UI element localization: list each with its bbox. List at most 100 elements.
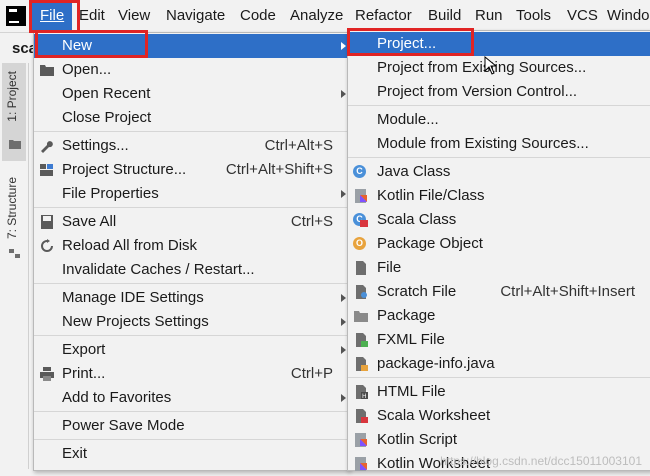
menu-item-label: Settings... xyxy=(62,137,129,154)
menu-item-manage-ide-settings[interactable]: Manage IDE Settings xyxy=(34,286,349,310)
menu-item-shortcut: Ctrl+Alt+Shift+Insert xyxy=(500,283,635,300)
menu-navigate[interactable]: Navigate xyxy=(166,7,225,25)
menu-item-label: Open Recent xyxy=(62,85,151,102)
menu-item-label: Invalidate Caches / Restart... xyxy=(62,261,255,278)
new-item-java-class[interactable]: C Java Class xyxy=(348,160,650,184)
new-item-project-from-existing-sources[interactable]: Project from Existing Sources... xyxy=(348,56,650,80)
menu-item-project-structure[interactable]: Project Structure... Ctrl+Alt+Shift+S xyxy=(34,158,349,182)
submenu-arrow-icon xyxy=(341,318,346,326)
new-item-module[interactable]: Module... xyxy=(348,108,650,132)
menu-window[interactable]: Windo xyxy=(607,7,650,25)
menu-item-label: package-info.java xyxy=(377,355,495,372)
menu-item-label: Exit xyxy=(62,445,88,462)
mouse-cursor-icon xyxy=(484,56,496,75)
menu-item-label: Kotlin Script xyxy=(377,431,458,448)
new-item-html-file[interactable]: H HTML File xyxy=(348,380,650,404)
menu-analyze[interactable]: Analyze xyxy=(290,7,343,25)
new-item-package-info[interactable]: package-info.java xyxy=(348,352,650,376)
file-icon xyxy=(356,261,366,275)
menu-item-label: Project from Existing Sources... xyxy=(377,59,587,76)
menu-code[interactable]: Code xyxy=(240,7,276,25)
structure-tool-tab[interactable]: 7: Structure xyxy=(2,173,26,333)
menu-item-label: Manage IDE Settings xyxy=(62,289,204,306)
menu-item-label: Package Object xyxy=(377,235,483,252)
menu-item-label: Scala Worksheet xyxy=(377,407,491,424)
new-item-scala-worksheet[interactable]: Scala Worksheet xyxy=(348,404,650,428)
menu-item-settings[interactable]: Settings... Ctrl+Alt+S xyxy=(34,134,349,158)
new-item-scratch-file[interactable]: Scratch File Ctrl+Alt+Shift+Insert xyxy=(348,280,650,304)
menu-item-label: Scala Class xyxy=(377,211,457,228)
menu-refactor[interactable]: Refactor xyxy=(355,7,412,25)
reload-icon xyxy=(41,239,53,252)
menu-item-new-projects-settings[interactable]: New Projects Settings xyxy=(34,310,349,334)
menu-separator xyxy=(348,377,650,378)
submenu-arrow-icon xyxy=(341,42,346,50)
submenu-arrow-icon xyxy=(341,90,346,98)
package-icon xyxy=(354,311,368,322)
menu-item-file-properties[interactable]: File Properties xyxy=(34,182,349,206)
submenu-arrow-icon xyxy=(341,190,346,198)
new-item-project-from-vcs[interactable]: Project from Version Control... xyxy=(348,80,650,104)
folder-icon xyxy=(40,65,54,76)
structure-icon xyxy=(9,249,20,258)
menu-item-label: Scratch File xyxy=(377,283,457,300)
menu-item-exit[interactable]: Exit xyxy=(34,442,349,466)
new-item-kotlin-script[interactable]: Kotlin Script xyxy=(348,428,650,452)
menu-item-label: File Properties xyxy=(62,185,159,202)
submenu-arrow-icon xyxy=(341,346,346,354)
menu-item-close-project[interactable]: Close Project xyxy=(34,106,349,130)
svg-text:H: H xyxy=(362,393,367,399)
menu-separator xyxy=(348,157,650,158)
menu-item-power-save-mode[interactable]: Power Save Mode xyxy=(34,414,349,438)
menu-edit[interactable]: Edit xyxy=(79,7,105,25)
folder-icon xyxy=(9,140,21,149)
project-structure-icon xyxy=(40,164,53,176)
scala-badge-icon xyxy=(360,220,368,227)
menu-item-label: Project from Version Control... xyxy=(377,83,578,100)
scratch-file-icon xyxy=(356,285,367,299)
menu-item-save-all[interactable]: Save All Ctrl+S xyxy=(34,210,349,234)
menu-separator xyxy=(34,283,349,284)
menu-item-open-recent[interactable]: Open Recent xyxy=(34,82,349,106)
menu-vcs[interactable]: VCS xyxy=(567,7,598,25)
new-item-scala-class[interactable]: C Scala Class xyxy=(348,208,650,232)
scala-class-icon: C xyxy=(353,213,369,227)
new-item-package[interactable]: Package xyxy=(348,304,650,328)
menu-view[interactable]: View xyxy=(118,7,150,25)
new-item-file[interactable]: File xyxy=(348,256,650,280)
kotlin-script-icon xyxy=(355,433,367,447)
menu-item-print[interactable]: Print... Ctrl+P xyxy=(34,362,349,386)
menu-tools[interactable]: Tools xyxy=(516,7,551,25)
menu-item-reload-all[interactable]: Reload All from Disk xyxy=(34,234,349,258)
project-tool-tab[interactable]: 1: Project xyxy=(2,63,26,161)
menu-item-label: Package xyxy=(377,307,436,324)
menu-item-export[interactable]: Export xyxy=(34,338,349,362)
menu-bar: File Edit View Navigate Code Analyze Ref… xyxy=(0,0,650,33)
new-submenu: Project... Project from Existing Sources… xyxy=(347,30,650,472)
java-class-icon-letter: C xyxy=(353,165,366,178)
new-item-package-object[interactable]: O Package Object xyxy=(348,232,650,256)
menu-item-shortcut: Ctrl+S xyxy=(290,213,333,230)
menu-item-label: Project Structure... xyxy=(62,161,187,178)
kotlin-file-icon xyxy=(355,189,367,203)
watermark-text: https://blog.csdn.net/dcc15011003101 xyxy=(440,454,642,468)
menu-build[interactable]: Build xyxy=(428,7,461,25)
new-item-module-from-existing-sources[interactable]: Module from Existing Sources... xyxy=(348,132,650,156)
menu-separator xyxy=(34,207,349,208)
menu-item-label: FXML File xyxy=(377,331,445,348)
fxml-file-icon xyxy=(356,333,368,347)
menu-separator xyxy=(34,439,349,440)
menu-item-open[interactable]: Open... xyxy=(34,58,349,82)
scala-worksheet-icon xyxy=(356,409,368,423)
menu-item-add-to-favorites[interactable]: Add to Favorites xyxy=(34,386,349,410)
wrench-icon xyxy=(41,141,53,153)
new-item-kotlin-file[interactable]: Kotlin File/Class xyxy=(348,184,650,208)
file-menu: New Open... Open Recent Close Project Se… xyxy=(33,32,350,471)
submenu-arrow-icon xyxy=(341,294,346,302)
new-item-fxml-file[interactable]: FXML File xyxy=(348,328,650,352)
print-icon xyxy=(40,367,54,381)
menu-item-label: Module from Existing Sources... xyxy=(377,135,589,152)
package-object-icon-letter: O xyxy=(353,237,366,250)
menu-run[interactable]: Run xyxy=(475,7,503,25)
menu-item-invalidate-caches[interactable]: Invalidate Caches / Restart... xyxy=(34,258,349,282)
